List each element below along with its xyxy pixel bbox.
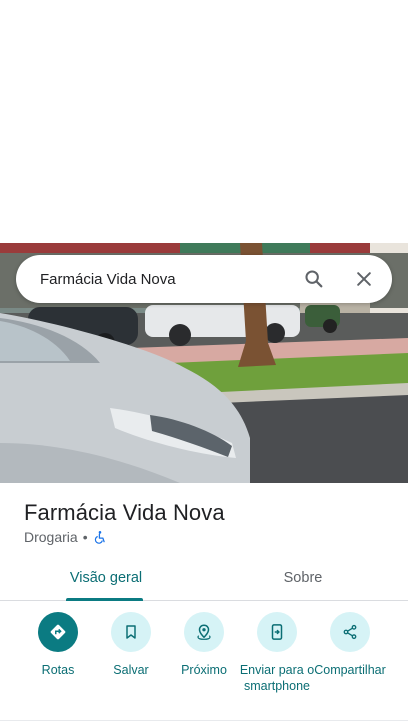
tab-about-label: Sobre — [283, 570, 323, 586]
send-to-phone-label: Enviar para o smartphone — [239, 663, 315, 693]
nearby-label: Próximo — [181, 663, 227, 677]
bookmark-icon — [126, 625, 136, 639]
share-icon — [343, 624, 357, 640]
directions-button[interactable]: Rotas — [18, 612, 98, 678]
search-button[interactable] — [294, 259, 334, 299]
divider — [0, 720, 408, 721]
active-tab-indicator — [66, 598, 143, 601]
place-category: Drogaria — [24, 529, 78, 545]
tab-overview-label: Visão geral — [69, 570, 143, 586]
directions-label: Rotas — [41, 663, 75, 677]
separator-dot: • — [82, 529, 88, 545]
save-button[interactable]: Salvar — [91, 612, 171, 678]
search-icon — [305, 270, 323, 288]
place-subtitle: Drogaria • — [24, 529, 107, 545]
tab-bar: Visão geral Sobre — [0, 556, 408, 601]
send-to-phone-button[interactable]: Enviar para o smartphone — [237, 612, 317, 694]
share-circle[interactable] — [330, 612, 370, 652]
nearby-button[interactable]: Próximo — [164, 612, 244, 678]
clear-search-button[interactable] — [344, 259, 384, 299]
send-to-phone-circle[interactable] — [257, 612, 297, 652]
directions-icon — [50, 624, 66, 640]
action-buttons: Rotas Salvar Próximo Enviar para o smart… — [0, 612, 408, 722]
tab-overview[interactable]: Visão geral — [0, 556, 212, 600]
tab-about[interactable]: Sobre — [198, 556, 408, 600]
wheelchair-icon — [93, 530, 107, 544]
directions-circle[interactable] — [38, 612, 78, 652]
share-button[interactable]: Compartilhar — [310, 612, 390, 678]
save-label: Salvar — [113, 663, 149, 677]
nearby-circle[interactable] — [184, 612, 224, 652]
place-title: Farmácia Vida Nova — [24, 500, 225, 525]
search-bar[interactable]: Farmácia Vida Nova — [16, 255, 392, 303]
close-icon — [357, 272, 371, 286]
nearby-icon — [197, 624, 211, 640]
send-to-phone-icon — [271, 624, 283, 640]
save-circle[interactable] — [111, 612, 151, 652]
search-input[interactable]: Farmácia Vida Nova — [40, 271, 294, 288]
share-label: Compartilhar — [314, 663, 386, 677]
empty-map-area — [0, 0, 408, 243]
